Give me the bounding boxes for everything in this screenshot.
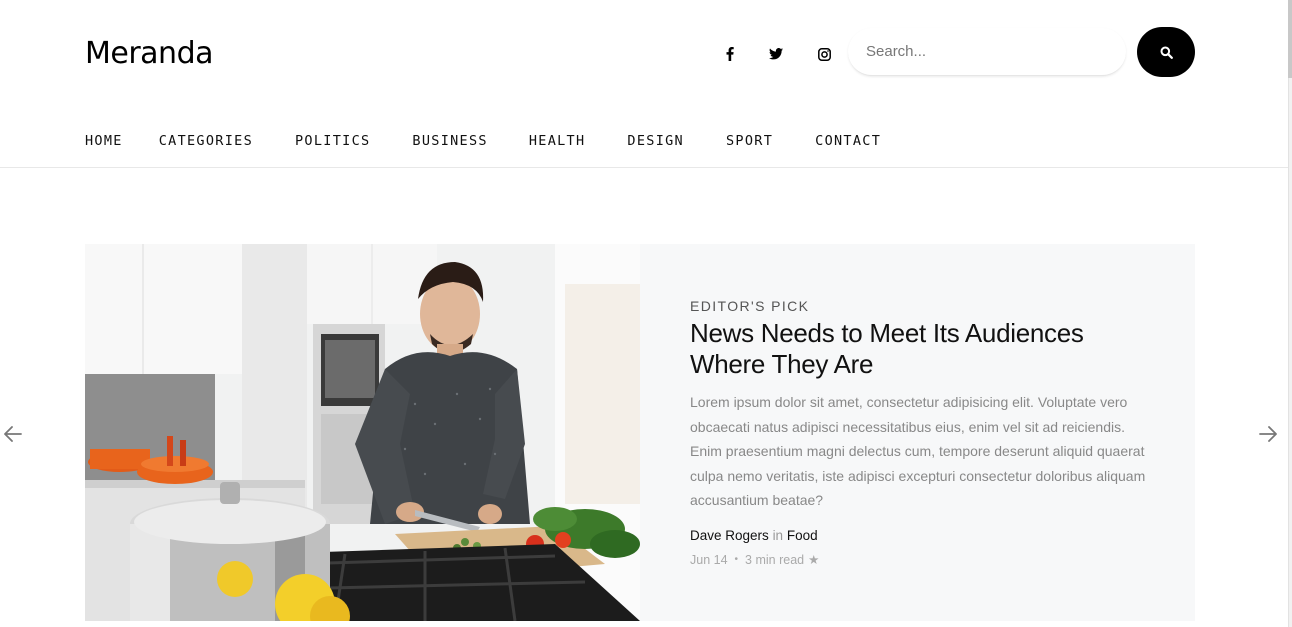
kitchen-photo (85, 244, 640, 621)
nav-item-health[interactable]: HEALTH (529, 133, 586, 149)
nav-item-business[interactable]: BUSINESS (412, 133, 487, 149)
search-box (848, 28, 1126, 76)
page-scrollbar[interactable] (1288, 0, 1292, 627)
main-nav: HOME CATEGORIES POLITICS BUSINESS HEALTH… (85, 132, 917, 150)
hero-image[interactable] (85, 244, 640, 621)
search-input[interactable] (848, 28, 1126, 75)
nav-item-categories[interactable]: CATEGORIES (159, 133, 253, 149)
nav-item-politics[interactable]: POLITICS (295, 133, 370, 149)
hero-meta: Jun 14 • 3 min read ★ (690, 552, 819, 568)
hero-title[interactable]: News Needs to Meet Its Audiences Where T… (690, 318, 1110, 380)
carousel-next-button[interactable] (1256, 422, 1280, 446)
post-date: Jun 14 (690, 552, 728, 567)
carousel-prev-button[interactable] (1, 422, 25, 446)
meta-separator: • (734, 554, 739, 565)
facebook-icon[interactable] (720, 44, 740, 64)
read-time: 3 min read (745, 552, 805, 567)
nav-item-home[interactable]: HOME (85, 133, 123, 149)
byline-in: in (772, 528, 784, 543)
hero-byline: Dave Rogers in Food (690, 528, 818, 543)
category-link[interactable]: Food (787, 528, 818, 543)
hero-card: EDITOR'S PICK News Needs to Meet Its Aud… (640, 244, 1195, 621)
search-button[interactable] (1137, 27, 1195, 77)
arrow-right-icon (1259, 426, 1277, 442)
nav-item-contact[interactable]: CONTACT (815, 133, 881, 149)
nav-item-sport[interactable]: SPORT (726, 133, 773, 149)
nav-item-design[interactable]: DESIGN (627, 133, 684, 149)
nav-divider (0, 167, 1288, 168)
site-logo[interactable]: Meranda (85, 36, 214, 71)
page: Meranda HOME CATEGORIES POLITICS BUSINES… (0, 0, 1292, 627)
star-icon[interactable]: ★ (808, 552, 819, 567)
arrow-left-icon (4, 426, 22, 442)
twitter-icon[interactable] (766, 44, 786, 64)
search-icon (1160, 46, 1173, 59)
scrollbar-thumb[interactable] (1288, 0, 1292, 78)
hero-excerpt: Lorem ipsum dolor sit amet, consectetur … (690, 394, 1146, 508)
instagram-icon[interactable] (814, 44, 834, 64)
hero-kicker: EDITOR'S PICK (690, 298, 810, 314)
author-link[interactable]: Dave Rogers (690, 528, 769, 543)
